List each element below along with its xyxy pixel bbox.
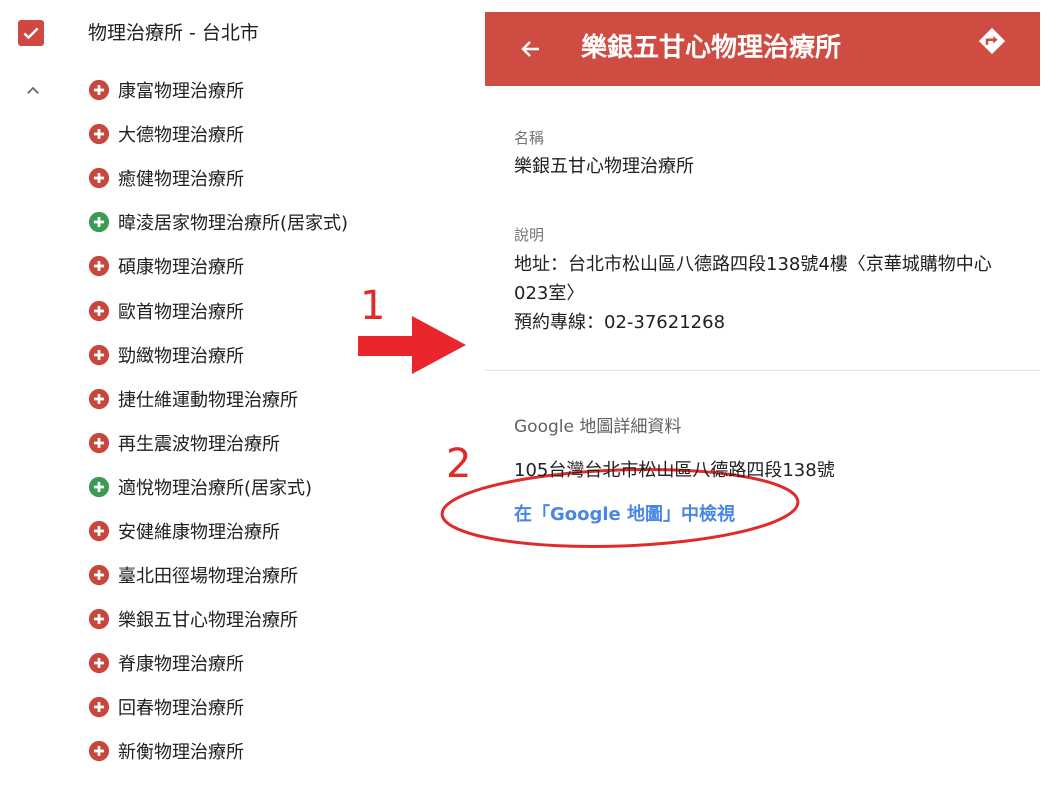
list-item[interactable]: 新衡物理治療所 [88, 729, 348, 773]
list-item[interactable]: 回春物理治療所 [88, 685, 348, 729]
my-maps-screen: 物理治療所 - 台北市 康富物理治療所 大德物理治療所 癒健物理治療所暐淩居家物理治… [0, 0, 1060, 798]
plus-pin-icon [88, 741, 110, 762]
place-detail-panel: 樂銀五甘心物理治療所 名稱 樂銀五甘心物理治療所 說明 地址：台北市松山區八德路… [485, 12, 1040, 798]
plus-pin-icon [88, 476, 110, 497]
detail-title: 樂銀五甘心物理治療所 [581, 33, 842, 63]
check-icon [23, 27, 39, 40]
layer-title: 物理治療所 - 台北市 [88, 22, 259, 44]
list-item-label: 康富物理治療所 [118, 81, 244, 103]
annotation-arrow [358, 316, 466, 374]
plus-pin-icon [88, 564, 110, 586]
list-item[interactable]: 再生震波物理治療所 [88, 421, 348, 465]
list-item[interactable]: 歐首物理治療所 [88, 288, 348, 332]
plus-pin-icon [88, 212, 110, 233]
detail-header: 樂銀五甘心物理治療所 [485, 12, 1040, 86]
plus-pin-icon [88, 520, 110, 542]
description-address: 地址：台北市松山區八德路四段138號4樓〈京華城購物中心023室〉 [514, 254, 992, 304]
name-label: 名稱 [514, 129, 545, 147]
list-item[interactable]: 康富物理治療所 [88, 68, 348, 112]
list-item-label: 暐淩居家物理治療所(居家式) [118, 213, 349, 235]
view-in-google-maps-link[interactable]: 在「Google 地圖」中檢視 [514, 500, 735, 526]
plus-pin-icon [88, 653, 110, 674]
chevron-up-icon [27, 86, 39, 94]
plus-pin-icon [88, 168, 110, 189]
list-item-label: 癒健物理治療所 [118, 169, 244, 191]
google-maps-details-label: Google 地圖詳細資料 [514, 417, 682, 437]
name-value: 樂銀五甘心物理治療所 [514, 156, 694, 177]
place-list: 康富物理治療所 大德物理治療所 癒健物理治療所暐淩居家物理治療所(居家式) 碩康物理治… [88, 68, 348, 774]
list-item[interactable]: 勁緻物理治療所 [88, 333, 348, 377]
plus-pin-icon [88, 79, 110, 101]
description-phone: 預約專線：02-37621268 [514, 312, 726, 333]
directions-button[interactable] [975, 24, 1009, 58]
list-item-label: 勁緻物理治療所 [118, 345, 244, 367]
list-item-label: 回春物理治療所 [118, 698, 244, 720]
back-button[interactable] [513, 31, 549, 67]
list-item-label: 碩康物理治療所 [118, 257, 244, 279]
list-item[interactable]: 大德物理治療所 [88, 112, 348, 156]
google-maps-address: 105台灣台北市松山區八德路四段138號 [514, 460, 835, 481]
list-item-label: 新衡物理治療所 [118, 742, 244, 764]
list-item[interactable]: 脊康物理治療所 [88, 641, 348, 685]
list-item[interactable]: 癒健物理治療所 [88, 156, 348, 200]
list-item[interactable]: 樂銀五甘心物理治療所 [88, 597, 348, 641]
plus-pin-icon [88, 344, 110, 365]
list-item[interactable]: 適悅物理治療所(居家式) [88, 465, 348, 509]
plus-pin-icon [88, 609, 110, 630]
list-item-label: 再生震波物理治療所 [118, 433, 280, 455]
plus-pin-icon [88, 697, 110, 718]
list-item-label: 樂銀五甘心物理治療所 [118, 610, 298, 632]
list-item-label: 捷仕維運動物理治療所 [118, 389, 298, 411]
plus-pin-icon [88, 300, 110, 321]
list-item[interactable]: 暐淩居家物理治療所(居家式) [88, 200, 348, 244]
plus-pin-icon [88, 124, 110, 145]
list-item-label: 適悅物理治療所(居家式) [118, 477, 313, 499]
plus-pin-icon [88, 432, 110, 453]
description-label: 說明 [514, 226, 545, 244]
list-item-label: 大德物理治療所 [118, 125, 244, 147]
arrow-left-icon [521, 41, 539, 57]
description-value: 地址：台北市松山區八德路四段138號4樓〈京華城購物中心023室〉 預約專線：0… [514, 250, 1014, 337]
divider [485, 370, 1040, 371]
list-item[interactable]: 臺北田徑場物理治療所 [88, 553, 348, 597]
list-item-label: 安健維康物理治療所 [118, 521, 280, 543]
list-item[interactable]: 安健維康物理治療所 [88, 509, 348, 553]
layer-header: 物理治療所 - 台北市 [0, 14, 480, 54]
list-item-label: 歐首物理治療所 [118, 301, 244, 323]
collapse-button[interactable] [20, 78, 46, 104]
directions-icon [978, 27, 1006, 55]
plus-pin-icon [88, 256, 110, 277]
plus-pin-icon [88, 388, 110, 409]
list-item-label: 臺北田徑場物理治療所 [118, 566, 298, 588]
list-item[interactable]: 碩康物理治療所 [88, 244, 348, 288]
layer-checkbox[interactable] [18, 20, 44, 46]
layer-panel: 物理治療所 - 台北市 康富物理治療所 大德物理治療所 癒健物理治療所暐淩居家物理治… [0, 0, 480, 798]
list-item[interactable]: 捷仕維運動物理治療所 [88, 377, 348, 421]
list-item-label: 脊康物理治療所 [118, 654, 244, 676]
